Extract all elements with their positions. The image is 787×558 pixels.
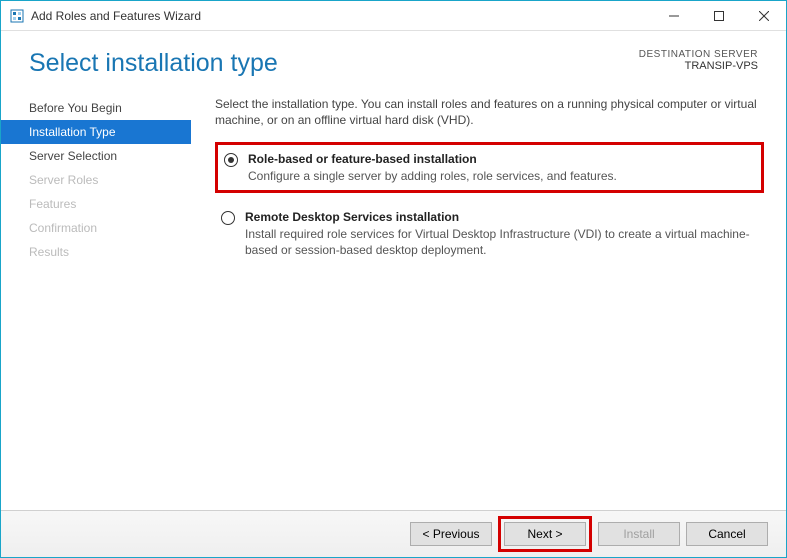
destination-server-block: DESTINATION SERVER TRANSIP-VPS xyxy=(639,49,758,72)
radio-icon xyxy=(221,211,235,225)
intro-text: Select the installation type. You can in… xyxy=(215,96,764,128)
cancel-button-wrap: Cancel xyxy=(686,522,768,546)
step-confirmation: Confirmation xyxy=(1,216,191,240)
close-button[interactable] xyxy=(741,1,786,30)
destination-label: DESTINATION SERVER xyxy=(639,49,758,60)
option-text: Role-based or feature-based installation… xyxy=(248,151,753,184)
option-description: Install required role services for Virtu… xyxy=(245,226,756,258)
minimize-button[interactable] xyxy=(651,1,696,30)
maximize-button[interactable] xyxy=(696,1,741,30)
body: Before You Begin Installation Type Serve… xyxy=(1,88,786,492)
step-installation-type[interactable]: Installation Type xyxy=(1,120,191,144)
step-server-selection[interactable]: Server Selection xyxy=(1,144,191,168)
step-results: Results xyxy=(1,240,191,264)
main-content: Select the installation type. You can in… xyxy=(191,88,786,492)
wizard-steps-sidebar: Before You Begin Installation Type Serve… xyxy=(1,88,191,492)
option-title: Remote Desktop Services installation xyxy=(245,209,756,226)
page-heading: Select installation type xyxy=(29,49,278,78)
window-title: Add Roles and Features Wizard xyxy=(31,9,651,23)
option-remote-desktop[interactable]: Remote Desktop Services installation Ins… xyxy=(215,203,764,264)
footer-button-bar: < Previous Next > Install Cancel xyxy=(1,510,786,557)
cancel-button[interactable]: Cancel xyxy=(686,522,768,546)
install-button-wrap: Install xyxy=(598,522,680,546)
destination-name: TRANSIP-VPS xyxy=(639,60,758,72)
option-text: Remote Desktop Services installation Ins… xyxy=(245,209,756,258)
next-button-wrap: Next > xyxy=(498,516,592,552)
app-icon xyxy=(9,8,25,24)
option-title: Role-based or feature-based installation xyxy=(248,151,753,168)
title-bar: Add Roles and Features Wizard xyxy=(1,1,786,31)
header: Select installation type DESTINATION SER… xyxy=(1,31,786,88)
radio-icon xyxy=(224,153,238,167)
previous-button-wrap: < Previous xyxy=(410,522,492,546)
option-description: Configure a single server by adding role… xyxy=(248,168,753,184)
step-before-you-begin[interactable]: Before You Begin xyxy=(1,96,191,120)
step-features: Features xyxy=(1,192,191,216)
step-server-roles: Server Roles xyxy=(1,168,191,192)
option-role-based[interactable]: Role-based or feature-based installation… xyxy=(215,142,764,193)
previous-button[interactable]: < Previous xyxy=(410,522,492,546)
install-button: Install xyxy=(598,522,680,546)
window-controls xyxy=(651,1,786,30)
next-button[interactable]: Next > xyxy=(504,522,586,546)
